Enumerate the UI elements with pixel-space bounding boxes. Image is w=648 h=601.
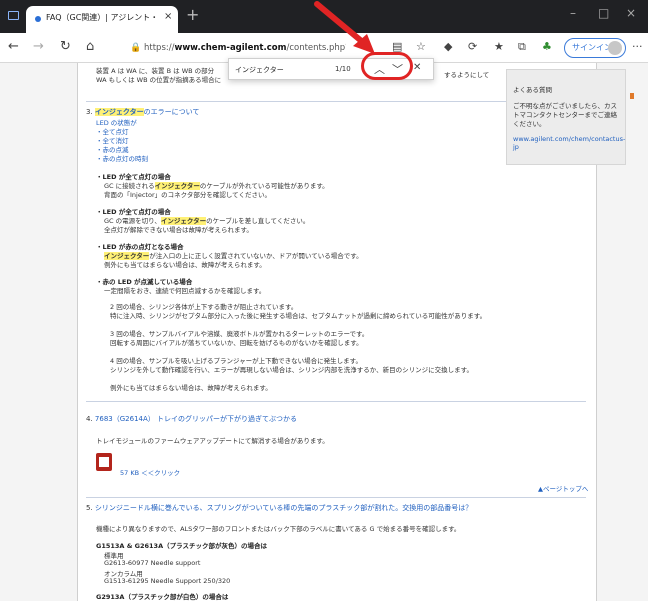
- maximize-button[interactable]: □: [598, 6, 609, 20]
- pdf-file-icon[interactable]: [96, 453, 112, 471]
- section4-number: 4.: [86, 415, 93, 423]
- forward-arrow-icon[interactable]: →: [33, 39, 44, 55]
- sidebox-description: ご不明な点がございましたら、カストマコンタクトセンターまでご連絡ください。: [513, 102, 617, 128]
- section3-title-highlight: インジェクター: [94, 108, 144, 116]
- scroll-marker: [630, 93, 634, 99]
- new-tab-button[interactable]: +: [186, 7, 199, 23]
- window-menu-icon[interactable]: [8, 11, 19, 20]
- address-domain: www.chem-agilent.com: [174, 43, 287, 53]
- section5-body: 機種により異なりますので、ALSタワー部のフロントまたはバック下部のラベルに書い…: [96, 525, 461, 533]
- page-top-link[interactable]: ▲ページトップへ: [538, 483, 588, 493]
- section5-l4: G1513-61295 Needle Support 250/320: [104, 577, 231, 585]
- section5-sub1: G1513A & G2613A（プラスチック部が灰色）の場合は: [96, 542, 267, 550]
- find-input[interactable]: [235, 63, 335, 77]
- arrow-annotation-icon: [314, 1, 375, 54]
- top-fragment-line3: するようにして: [444, 71, 490, 79]
- blink3-line2: 回転する周囲にバイアルが落ちていないか、回転を妨げるものがないかを確認します。: [110, 339, 363, 347]
- sidebox-title: よくある質問: [513, 86, 552, 94]
- divider: [86, 497, 586, 498]
- top-fragment-line2: WA もしくは WB の位置が指摘ある場合に: [96, 76, 222, 84]
- lock-icon: 🔒: [130, 43, 142, 53]
- sidebox-link[interactable]: www.agilent.com/chem/contactus-jp: [513, 135, 625, 151]
- section5-title: シリンジニードル横に巻んでいる、スプリングがついている棒の先端のプラスチック部が…: [94, 504, 473, 512]
- blink4-line2: シリンジを外して動作確認を行い、エラーが再現しない場合は、シリンジ内部を洗浄する…: [110, 366, 474, 374]
- more-menu-button[interactable]: ···: [632, 39, 643, 55]
- collections-icon[interactable]: ⧉: [518, 39, 526, 55]
- minimize-button[interactable]: –: [570, 6, 576, 20]
- section5-l2: G2613-60977 Needle support: [104, 559, 201, 567]
- tab-close-button[interactable]: ×: [164, 11, 172, 22]
- divider: [86, 401, 586, 402]
- section5-heading: 5. シリンジニードル横に巻んでいる、スプリングがついている棒の先端のプラスチッ…: [86, 503, 472, 513]
- back-arrow-icon[interactable]: ←: [8, 39, 19, 55]
- find-match-count: 1/10: [335, 65, 351, 73]
- section3-heading: 3. インジェクターのエラーについて: [86, 107, 199, 117]
- browser-tab[interactable]: FAQ（GC関連）| アジレント・テクノロジー ×: [26, 6, 178, 33]
- section3-link-red-on[interactable]: ・赤の点灯の時刻: [96, 153, 148, 163]
- close-icon[interactable]: ✕: [413, 62, 421, 73]
- tab-favicon-icon: [35, 16, 41, 22]
- refresh-icon[interactable]: ↻: [60, 39, 71, 55]
- blink2-line2: 特に注入時、シリンジがセプタム部分に入った後に発生する場合は、セプタムナットが過…: [110, 312, 487, 320]
- window-close-button[interactable]: ×: [626, 6, 636, 20]
- home-icon[interactable]: ⌂: [86, 39, 94, 55]
- all-on-line2: 背面の「Injector」のコネクタ部分を確認してください。: [104, 191, 271, 199]
- section4-title: 7683（G2614A） トレイのグリッパーが下がり過ぎてぶつかる: [94, 415, 297, 423]
- extension-icon[interactable]: ◆: [444, 39, 452, 55]
- fallback-line: 例外にも当てはまらない場合は、故障が考えられます。: [110, 384, 272, 392]
- sign-in-label: サインイン: [572, 43, 612, 52]
- section3-number: 3.: [86, 108, 93, 116]
- refresh-extension-icon[interactable]: ⟳: [468, 39, 477, 55]
- section4-download-link[interactable]: 57 KB ＜＜クリック: [120, 467, 180, 477]
- section5-number: 5.: [86, 504, 93, 512]
- all-off-line2: 全点灯が解除できない場合は故障が考えられます。: [104, 226, 253, 234]
- page-viewport: 装置 A は WA に、装置 B は WB の部分 WA もしくは WB の位置…: [0, 63, 648, 601]
- section4-heading: 4. 7683（G2614A） トレイのグリッパーが下がり過ぎてぶつかる: [86, 414, 297, 424]
- avatar: [608, 41, 622, 55]
- section4-body: トレイモジュールのファームウェアアップデートにて解消する場合があります。: [96, 437, 329, 445]
- favorites-icon[interactable]: ★: [494, 39, 504, 55]
- favorite-star-icon[interactable]: ☆: [416, 39, 426, 55]
- tab-title: FAQ（GC関連）| アジレント・テクノロジー: [46, 13, 158, 22]
- sign-in-button[interactable]: サインイン: [564, 38, 626, 58]
- section3-title: のエラーについて: [143, 108, 200, 116]
- red-blink-line1: 一定間隔をおき、連続で何回点滅するかを確認します。: [104, 287, 266, 295]
- address-prefix: https://: [144, 43, 175, 53]
- faq-sidebox: よくある質問 ご不明な点がございましたら、カストマコンタクトセンターまでご連絡く…: [506, 69, 626, 165]
- extension-green-icon[interactable]: ♣: [542, 39, 552, 55]
- red-on-line2: 例外にも当てはまらない場合は、故障が考えられます。: [104, 261, 266, 269]
- section5-sub2: G2913A（プラスチック部が白色）の場合は: [96, 593, 229, 601]
